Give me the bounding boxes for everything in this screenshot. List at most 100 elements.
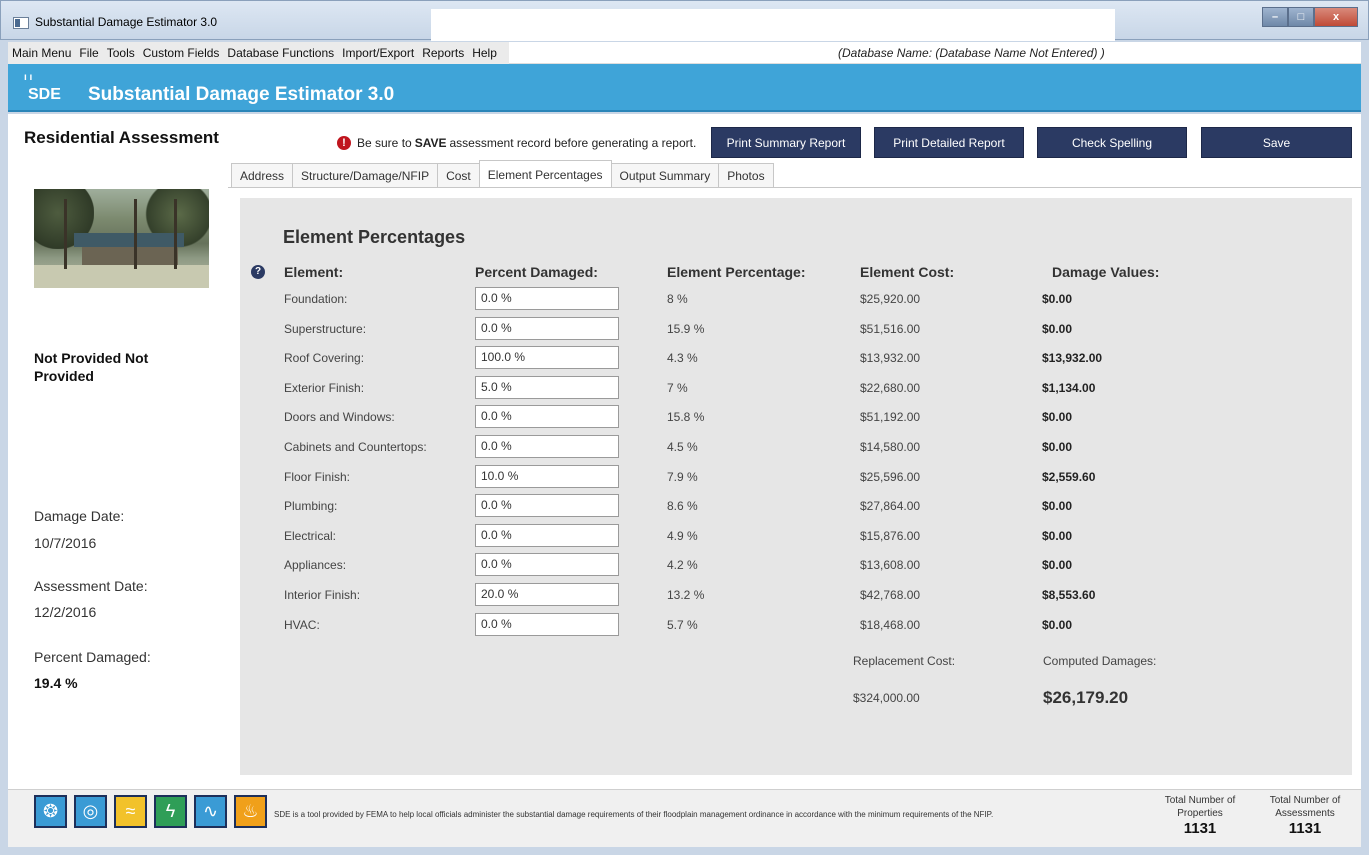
hurricane-icon: ◎ bbox=[74, 795, 107, 828]
tornado-icon: ❂ bbox=[34, 795, 67, 828]
tab-cost[interactable]: Cost bbox=[437, 163, 480, 187]
total-assessments-label: Total Number of Assessments bbox=[1269, 795, 1341, 819]
percent-damaged-input[interactable]: 0.0 % bbox=[475, 524, 619, 547]
tsunami-icon-glyph: ∿ bbox=[202, 801, 219, 821]
photo-lawn bbox=[34, 265, 209, 288]
percent-damaged-value: 19.4 % bbox=[34, 675, 78, 691]
damage-value: $0.00 bbox=[1042, 410, 1073, 424]
element-name: Floor Finish: bbox=[284, 470, 351, 484]
element-percentages-panel bbox=[240, 198, 1352, 775]
damage-value: $0.00 bbox=[1042, 440, 1073, 454]
tab-divider bbox=[228, 187, 1361, 188]
damage-value: $8,553.60 bbox=[1042, 588, 1096, 602]
element-cost: $18,468.00 bbox=[860, 618, 921, 632]
damage-value: $1,134.00 bbox=[1042, 381, 1096, 395]
percent-damaged-input[interactable]: 5.0 % bbox=[475, 376, 619, 399]
assessment-date-label: Assessment Date: bbox=[34, 578, 148, 594]
save-notice-bold: SAVE bbox=[414, 136, 447, 150]
menu-tools[interactable]: Tools bbox=[103, 42, 139, 64]
element-cost: $27,864.00 bbox=[860, 499, 921, 513]
element-cost: $15,876.00 bbox=[860, 529, 921, 543]
element-name: Foundation: bbox=[284, 292, 348, 306]
earthquake-icon-glyph: ϟ bbox=[165, 801, 176, 821]
tab-element-percentages[interactable]: Element Percentages bbox=[478, 160, 612, 186]
element-cost: $22,680.00 bbox=[860, 381, 921, 395]
element-percentage: 8 % bbox=[667, 292, 688, 306]
save-notice-pre: Be sure to bbox=[357, 136, 412, 150]
percent-damaged-input[interactable]: 0.0 % bbox=[475, 435, 619, 458]
menu-custom-fields[interactable]: Custom Fields bbox=[139, 42, 224, 64]
hurricane-icon-glyph: ◎ bbox=[82, 801, 99, 821]
damage-date-value: 10/7/2016 bbox=[34, 535, 97, 551]
element-name: Appliances: bbox=[284, 558, 347, 572]
tab-address[interactable]: Address bbox=[231, 163, 294, 187]
element-percentage: 15.8 % bbox=[667, 410, 705, 424]
tab-photos[interactable]: Photos bbox=[718, 163, 774, 187]
print-summary-report-button[interactable]: Print Summary Report bbox=[711, 127, 861, 158]
print-detailed-report-button[interactable]: Print Detailed Report bbox=[874, 127, 1024, 158]
check-spelling-button[interactable]: Check Spelling bbox=[1037, 127, 1187, 158]
damage-value: $0.00 bbox=[1042, 499, 1073, 513]
element-percentage: 8.6 % bbox=[667, 499, 698, 513]
menu-reports[interactable]: Reports bbox=[418, 42, 468, 64]
tab-structure-damage-nfip[interactable]: Structure/Damage/NFIP bbox=[292, 163, 439, 187]
percent-damaged-label: Percent Damaged: bbox=[34, 649, 151, 665]
save-notice-post: assessment record before generating a re… bbox=[449, 136, 697, 150]
warning-icon: ! bbox=[337, 136, 351, 150]
damage-value: $0.00 bbox=[1042, 529, 1073, 543]
percent-damaged-input[interactable]: 0.0 % bbox=[475, 405, 619, 428]
percent-damaged-input[interactable]: 100.0 % bbox=[475, 346, 619, 369]
app-banner: ı ı SDE Substantial Damage Estimator 3.0 bbox=[8, 64, 1361, 112]
element-percentage: 13.2 % bbox=[667, 588, 705, 602]
element-name: Plumbing: bbox=[284, 499, 338, 513]
property-photo bbox=[34, 189, 209, 288]
tab-bar: Address Structure/Damage/NFIP Cost Eleme… bbox=[231, 160, 774, 187]
total-properties-value: 1131 bbox=[1183, 820, 1217, 837]
element-name: Electrical: bbox=[284, 529, 337, 543]
header-percent-damaged: Percent Damaged: bbox=[475, 264, 598, 280]
element-name: Cabinets and Countertops: bbox=[284, 440, 427, 454]
flood-icon: ≈ bbox=[114, 795, 147, 828]
owner-name: Not Provided Not Provided bbox=[34, 350, 149, 384]
save-button[interactable]: Save bbox=[1201, 127, 1352, 158]
menu-main-menu[interactable]: Main Menu bbox=[8, 42, 75, 64]
menu-file[interactable]: File bbox=[75, 42, 102, 64]
percent-damaged-input[interactable]: 0.0 % bbox=[475, 287, 619, 310]
element-cost: $13,932.00 bbox=[860, 351, 921, 365]
element-cost: $25,596.00 bbox=[860, 470, 921, 484]
sde-logo: ı ı SDE bbox=[22, 72, 62, 106]
help-icon[interactable]: ? bbox=[251, 265, 265, 279]
photo-trunk bbox=[174, 199, 177, 269]
damage-value: $0.00 bbox=[1042, 618, 1073, 632]
percent-damaged-input[interactable]: 0.0 % bbox=[475, 613, 619, 636]
element-percentage: 4.2 % bbox=[667, 558, 698, 572]
maximize-button[interactable]: □ bbox=[1288, 7, 1314, 27]
total-assessments: Total Number of Assessments 1131 bbox=[1255, 794, 1355, 836]
menu-database-functions[interactable]: Database Functions bbox=[223, 42, 338, 64]
photo-trunk bbox=[134, 199, 137, 269]
element-name: Exterior Finish: bbox=[284, 381, 365, 395]
percent-damaged-input[interactable]: 0.0 % bbox=[475, 553, 619, 576]
percent-damaged-input[interactable]: 20.0 % bbox=[475, 583, 619, 606]
close-button[interactable]: x bbox=[1314, 7, 1358, 27]
element-percentage: 4.9 % bbox=[667, 529, 698, 543]
element-percentage: 4.3 % bbox=[667, 351, 698, 365]
damage-date-label: Damage Date: bbox=[34, 508, 125, 524]
menu-items: Main Menu File Tools Custom Fields Datab… bbox=[8, 42, 509, 64]
element-name: Interior Finish: bbox=[284, 588, 361, 602]
tab-output-summary[interactable]: Output Summary bbox=[610, 163, 720, 187]
tornado-icon-glyph: ❂ bbox=[42, 801, 59, 821]
page-title: Residential Assessment bbox=[24, 128, 219, 147]
percent-damaged-input[interactable]: 0.0 % bbox=[475, 317, 619, 340]
photo-roof bbox=[74, 233, 184, 247]
element-percentage: 7 % bbox=[667, 381, 688, 395]
wildfire-icon-glyph: ♨ bbox=[242, 801, 259, 821]
percent-damaged-input[interactable]: 10.0 % bbox=[475, 465, 619, 488]
computed-damages-value: $26,179.20 bbox=[1043, 688, 1129, 707]
menu-import-export[interactable]: Import/Export bbox=[338, 42, 418, 64]
tsunami-icon: ∿ bbox=[194, 795, 227, 828]
minimize-button[interactable]: – bbox=[1262, 7, 1288, 27]
percent-damaged-input[interactable]: 0.0 % bbox=[475, 494, 619, 517]
menu-help[interactable]: Help bbox=[468, 42, 501, 64]
database-name: (Database Name: (Database Name Not Enter… bbox=[838, 46, 1105, 60]
